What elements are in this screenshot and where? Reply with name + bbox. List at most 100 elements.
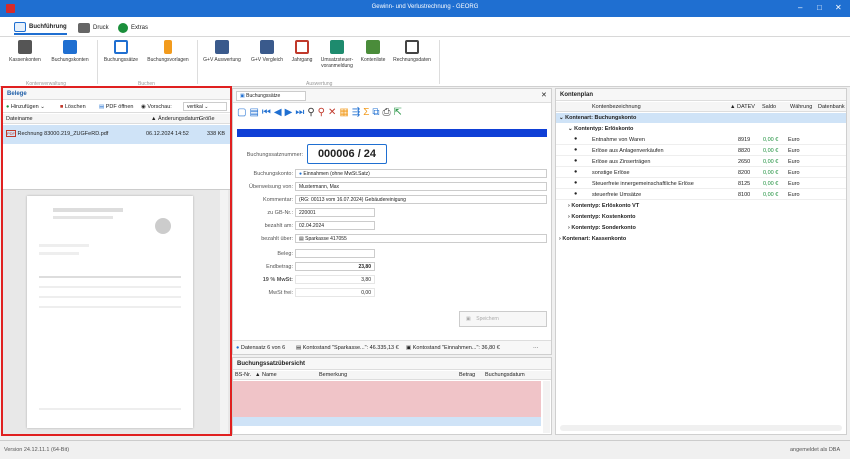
printer-icon (78, 22, 90, 33)
buchungskonten-button[interactable]: Buchungskonten (46, 40, 94, 63)
buchungssaetze-button[interactable]: Buchungssätze (100, 40, 142, 63)
account-icon: ● (574, 169, 578, 175)
label: DATEV (736, 104, 755, 110)
export-icon[interactable]: ⇱ (394, 107, 405, 118)
print-icon[interactable]: ⎙ (383, 107, 394, 118)
navigation-toolbar[interactable]: ▢▤⏮◀▶⏭⚲⚲✕▦⇶Σ⧉⎙⇱ (237, 107, 547, 121)
account-datev: 8200 (738, 170, 751, 176)
next-icon[interactable]: ▶ (285, 107, 296, 118)
account-icon: ● (574, 158, 578, 164)
table-row[interactable] (233, 408, 541, 417)
label: Speichern (476, 316, 499, 322)
gb-nr-field[interactable]: 220001 (295, 208, 375, 217)
kontenplan-panel: Kontenplan Kontenbezeichnung ▲ DATEV Sal… (555, 88, 847, 435)
account-saldo: 0,00 € (763, 159, 779, 165)
copy-icon[interactable]: ⧉ (372, 107, 382, 118)
panel-title: Buchungssatzübersicht (233, 358, 551, 370)
sum-icon[interactable]: Σ (363, 107, 372, 118)
column-header[interactable]: Bemerkung (319, 372, 347, 378)
endbetrag-field[interactable]: 23,80 (295, 262, 375, 271)
account-datev: 8125 (738, 181, 751, 187)
account-row[interactable]: ● Erlöse aus Zinserträgen 2650 0,00 € Euro (556, 157, 846, 167)
tree-node[interactable]: › Kontentyp: Sonderkonto (556, 223, 846, 233)
tree-node[interactable]: › Kontentyp: Kostenkonto (556, 212, 846, 222)
tab-extras[interactable]: Extras (118, 20, 148, 35)
bezahlt-am-date[interactable]: 02.04.2024 (295, 221, 375, 230)
kontenliste-button[interactable]: Kontenliste (358, 40, 388, 63)
account-currency: Euro (788, 159, 800, 165)
first-icon[interactable]: ⏮ (262, 107, 274, 118)
umsatzsteuer-button[interactable]: Umsatzsteuer-voranmeldung (316, 40, 358, 69)
column-header[interactable]: Buchungsdatum (485, 372, 525, 378)
account-row[interactable]: ● Entnahme von Waren 8919 0,00 € Euro (556, 135, 846, 145)
column-header[interactable]: Kontenbezeichnung (592, 104, 641, 110)
buchungskonto-select[interactable]: ● Einnahmen (ohne MwSt.Satz) (295, 169, 547, 178)
tree-node[interactable]: › Kontentyp: Erlöskonto VT (556, 201, 846, 211)
kommentar-field[interactable]: (RG: 00113 vom 16.07.2024) Gebäudereinig… (295, 195, 547, 204)
buchungsvorlagen-button[interactable]: Buchungsvorlagen (142, 40, 194, 63)
close-panel-icon[interactable]: ✕ (541, 91, 547, 99)
column-header[interactable]: Betrag (459, 372, 475, 378)
tab-druck[interactable]: Druck (78, 20, 109, 35)
beleg-field[interactable] (295, 249, 375, 258)
column-header[interactable]: Währung (790, 104, 812, 110)
edit-icon[interactable]: ▤ (249, 107, 261, 118)
column-header[interactable]: Datenbank (818, 104, 845, 110)
tree-node[interactable]: ⌄ Kontentyp: Erlöskonto (556, 124, 846, 134)
prev-icon[interactable]: ◀ (274, 107, 285, 118)
ribbon-separator (197, 40, 198, 84)
rechnungsdaten-button[interactable]: Rechnungsdaten (388, 40, 436, 63)
lock-icon[interactable]: ▦ (339, 107, 351, 118)
save-button[interactable]: ▣ Speichern (459, 311, 547, 327)
tree-node[interactable]: › Kontenart: Kassenkonto (556, 234, 846, 244)
tree-node[interactable]: ⌄ Kontenart: Buchungskonto (556, 113, 846, 123)
new-icon[interactable]: ▢ (237, 107, 249, 118)
bezahlt-ueber-select[interactable]: ▤ Sparkasse 417055 (295, 234, 547, 243)
label: Datensatz 6 von 6 (240, 345, 286, 351)
tax-icon (330, 40, 344, 54)
account-row[interactable]: ● sonstige Erlöse 8200 0,00 € Euro (556, 168, 846, 178)
tab-buchfuehrung[interactable]: Buchführung (14, 20, 67, 35)
column-header[interactable]: BS-Nr. (235, 372, 251, 378)
table-row[interactable] (233, 399, 541, 408)
account-row[interactable]: ● Erlöse aus Anlagenverkäufen 8820 0,00 € Eu… (556, 146, 846, 156)
delete-icon[interactable]: ✕ (328, 107, 339, 118)
account-datev: 8820 (738, 148, 751, 154)
status-item: ▣ Kontostand "Einnahmen...": 36,80 € (406, 345, 500, 351)
close-button[interactable]: ✕ (835, 3, 842, 12)
jahrgang-button[interactable]: Jahrgang (288, 40, 316, 63)
search-icon[interactable]: ⚲ (307, 107, 317, 118)
gv-vergleich-button[interactable]: G+V Vergleich (246, 40, 288, 63)
account-row[interactable]: ● steuerfreie Umsätze 8100 0,00 € Euro (556, 190, 846, 200)
last-icon[interactable]: ⏭ (295, 107, 307, 118)
mwst-field: 3,80 (295, 275, 375, 284)
uebersicht-scrollbar[interactable] (543, 381, 550, 433)
search-next-icon[interactable]: ⚲ (318, 107, 328, 118)
split-icon[interactable]: ⇶ (352, 107, 363, 118)
value: Sparkasse 417055 (305, 236, 347, 242)
account-currency: Euro (788, 137, 800, 143)
button-label: Rechnungsdaten (393, 57, 431, 63)
field-label: Endbetrag: (266, 264, 293, 270)
account-name: Erlöse aus Anlagenverkäufen (592, 148, 664, 154)
mwst-frei-field: 0,00 (295, 288, 375, 297)
table-row[interactable] (233, 390, 541, 399)
ueberweisung-field[interactable]: Mustermann, Max (295, 182, 547, 191)
minimize-button[interactable]: – (798, 3, 802, 12)
account-saldo: 0,00 € (763, 181, 779, 187)
gv-auswertung-button[interactable]: G+V Auswertung (199, 40, 245, 63)
maximize-button[interactable]: □ (817, 3, 822, 12)
column-header[interactable]: ▲ DATEV (730, 104, 755, 110)
table-row[interactable] (233, 381, 541, 390)
column-header[interactable]: Saldo (762, 104, 776, 110)
tab-buchungssaetze[interactable]: ▣ Buchungssätze (236, 91, 306, 101)
kontenplan-header: Kontenbezeichnung ▲ DATEV Saldo Währung … (556, 102, 846, 112)
book-icon: ▣ (240, 93, 245, 99)
more-icon[interactable]: ··· (533, 345, 539, 351)
column-header[interactable]: ▲ Name (255, 372, 277, 378)
horizontal-scrollbar[interactable] (560, 425, 842, 431)
account-row[interactable]: ● Steuerfreie innergemeinschaftliche Erlö… (556, 179, 846, 189)
table-row[interactable] (233, 417, 541, 426)
kassenkonten-button[interactable]: Kassenkonten (6, 40, 44, 63)
account-icon: ● (574, 180, 578, 186)
